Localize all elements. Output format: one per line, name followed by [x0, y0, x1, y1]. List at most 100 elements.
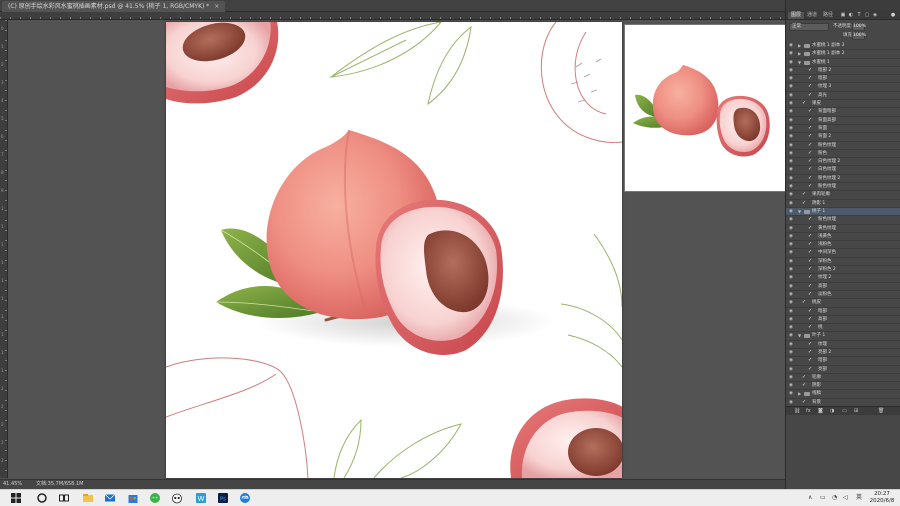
visibility-eye-icon[interactable]: ◉ [789, 390, 793, 397]
visibility-eye-icon[interactable]: ◉ [789, 175, 793, 182]
visibility-eye-icon[interactable]: ◉ [789, 150, 793, 157]
layer-group-row[interactable]: ◉ ▼ 桃子 1 [786, 207, 900, 217]
visibility-eye-icon[interactable]: ◉ [789, 83, 793, 90]
layer-row[interactable]: ◉ ✓ 阴影 1 [786, 200, 900, 208]
layer-row[interactable]: ◉ ✓ 高部 [786, 283, 900, 291]
visibility-eye-icon[interactable]: ◉ [789, 258, 793, 265]
visibility-eye-icon[interactable]: ◉ [789, 308, 793, 315]
visibility-eye-icon[interactable]: ◉ [789, 108, 793, 115]
tab-layers[interactable]: 图层 [788, 12, 805, 19]
photoshop-icon[interactable]: Ps [217, 492, 229, 504]
fx-icon[interactable]: fx [806, 407, 811, 416]
layer-row[interactable]: ◉ ✓ 亮部 2 [786, 349, 900, 358]
layer-row[interactable]: ◉ ✓ 果皮 [786, 100, 900, 109]
visibility-eye-icon[interactable]: ◉ [789, 200, 793, 207]
ime-indicator[interactable]: 英 [856, 490, 862, 506]
clock[interactable]: 20:27 2020/6/8 [866, 491, 898, 505]
document-info[interactable]: 文档:35.7M/658.1M [36, 480, 83, 489]
visibility-eye-icon[interactable]: ◉ [789, 50, 793, 57]
layer-row[interactable]: ◉ ✓ 轮廓 [786, 374, 900, 383]
edge-icon[interactable] [239, 492, 251, 504]
visibility-eye-icon[interactable]: ◉ [789, 349, 793, 356]
wechat-icon[interactable] [149, 492, 161, 504]
layer-row[interactable]: ◉ ✓ 粉色纹理 2 [786, 175, 900, 184]
adjust-icon[interactable]: ◑ [830, 407, 834, 416]
layer-row[interactable]: ◉ ✓ 深粉色 [786, 258, 900, 267]
visibility-eye-icon[interactable]: ◉ [789, 125, 793, 132]
layer-row[interactable]: ◉ ✓ 背面 [786, 125, 900, 134]
layer-row[interactable]: ◉ ✓ 白色纹理 [786, 166, 900, 175]
layer-row[interactable]: ◉ ✓ 暗部 2 [786, 67, 900, 76]
opacity-input[interactable]: 100% [852, 23, 866, 31]
visibility-eye-icon[interactable]: ◉ [789, 75, 793, 82]
visibility-eye-icon[interactable]: ◉ [789, 291, 793, 298]
visibility-eye-icon[interactable]: ◉ [789, 183, 793, 190]
new-layer-icon[interactable]: ⊞ [854, 407, 858, 416]
file-explorer-icon[interactable] [82, 492, 94, 504]
filter-type-icon[interactable]: T [856, 12, 862, 18]
expand-arrow-icon[interactable]: ▶ [798, 390, 801, 397]
fill-input[interactable]: 100% [852, 32, 866, 40]
layer-row[interactable]: ◉ ✓ 桃 [786, 324, 900, 333]
visibility-eye-icon[interactable]: ◉ [789, 100, 793, 107]
trash-icon[interactable]: 🗑 [878, 407, 884, 416]
tab-paths[interactable]: 路径 [820, 12, 836, 19]
layer-row[interactable]: ◉ ✓ 淡粉色 [786, 291, 900, 300]
panda-icon[interactable] [171, 492, 183, 504]
visibility-eye-icon[interactable]: ◉ [789, 117, 793, 124]
filter-toggle-icon[interactable]: ● [890, 12, 896, 18]
visibility-eye-icon[interactable]: ◉ [789, 158, 793, 165]
layer-row[interactable]: ◉ ✓ 粉色纹理 [786, 142, 900, 150]
visibility-eye-icon[interactable]: ◉ [789, 332, 793, 339]
layer-row[interactable]: ◉ ✓ 粉色纹理 [786, 183, 900, 192]
expand-arrow-icon[interactable]: ▶ [798, 50, 801, 57]
blend-mode-select[interactable]: 正常 [789, 23, 829, 31]
collapse-arrow-icon[interactable]: ▼ [798, 59, 801, 66]
tray-chevron-icon[interactable]: ∧ [808, 490, 812, 506]
layer-row[interactable]: ◉ ✓ 暗部 [786, 75, 900, 84]
layer-row[interactable]: ◉ ✓ 纹理 [786, 341, 900, 349]
visibility-eye-icon[interactable]: ◉ [789, 241, 793, 248]
layer-row[interactable]: ◉ ✓ 浅黄色 [786, 233, 900, 242]
search-icon[interactable] [36, 492, 48, 504]
visibility-eye-icon[interactable]: ◉ [789, 382, 793, 389]
visibility-eye-icon[interactable]: ◉ [789, 133, 793, 140]
expand-arrow-icon[interactable]: ▶ [798, 42, 801, 49]
layer-group-row[interactable]: ◉ ▶ 水蜜桃 1 副本 2 [786, 50, 900, 59]
visibility-eye-icon[interactable]: ◉ [789, 92, 793, 99]
layer-row[interactable]: ◉ ✓ 暗部 [786, 357, 900, 366]
layer-row[interactable]: ◉ ✓ 粉色纹理 [786, 216, 900, 225]
layer-row[interactable]: ◉ ✓ 粉色 [786, 150, 900, 159]
visibility-eye-icon[interactable]: ◉ [789, 324, 793, 331]
windows-start-icon[interactable] [10, 492, 22, 504]
visibility-eye-icon[interactable]: ◉ [789, 399, 793, 406]
layer-row[interactable]: ◉ ✓ 果肉轮廓 [786, 191, 900, 200]
layer-row[interactable]: ◉ ✓ 阴影 [786, 382, 900, 391]
visibility-eye-icon[interactable]: ◉ [789, 142, 793, 149]
mask-icon[interactable]: ◙ [818, 407, 823, 416]
network-icon[interactable]: ◔ [832, 490, 837, 506]
horizontal-ruler[interactable] [0, 12, 785, 20]
layer-row[interactable]: ◉ ✓ 深粉色 2 [786, 266, 900, 275]
visibility-eye-icon[interactable]: ◉ [789, 166, 793, 173]
layer-row[interactable]: ◉ ✓ 中间深色 [786, 249, 900, 258]
mail-icon[interactable] [104, 492, 116, 504]
visibility-eye-icon[interactable]: ◉ [789, 341, 793, 348]
layer-row[interactable]: ◉ ✓ 高光 [786, 92, 900, 101]
visibility-eye-icon[interactable]: ◉ [789, 59, 793, 66]
visibility-eye-icon[interactable]: ◉ [789, 42, 793, 49]
filter-smart-icon[interactable]: ◈ [872, 12, 878, 18]
filter-adjust-icon[interactable]: ◐ [848, 12, 854, 18]
layer-row[interactable]: ◉ ✓ 白色纹理 2 [786, 158, 900, 167]
group-icon[interactable]: ▭ [842, 407, 847, 416]
layer-list[interactable]: ◉ ▶ 水蜜桃 1 副本 3 ◉ ▶ 水蜜桃 1 副本 2 ◉ ▼ 水蜜桃 1 ◉ ✓ 暗部 2 ◉ ✓ 暗… [786, 42, 900, 416]
layer-row[interactable]: ◉ ✓ 桃皮 [786, 299, 900, 308]
link-icon[interactable]: ⛓ [794, 407, 800, 416]
visibility-eye-icon[interactable]: ◉ [789, 216, 793, 223]
document-tab[interactable]: (C) 原创手绘水彩风水蜜桃插画素材.psd @ 41.5% (桃子 1, RG… [2, 1, 226, 12]
visibility-eye-icon[interactable]: ◉ [789, 374, 793, 381]
layer-row[interactable]: ◉ ✓ 纹理 3 [786, 83, 900, 92]
visibility-eye-icon[interactable]: ◉ [789, 366, 793, 373]
visibility-eye-icon[interactable]: ◉ [789, 67, 793, 74]
document-canvas[interactable] [166, 22, 622, 478]
